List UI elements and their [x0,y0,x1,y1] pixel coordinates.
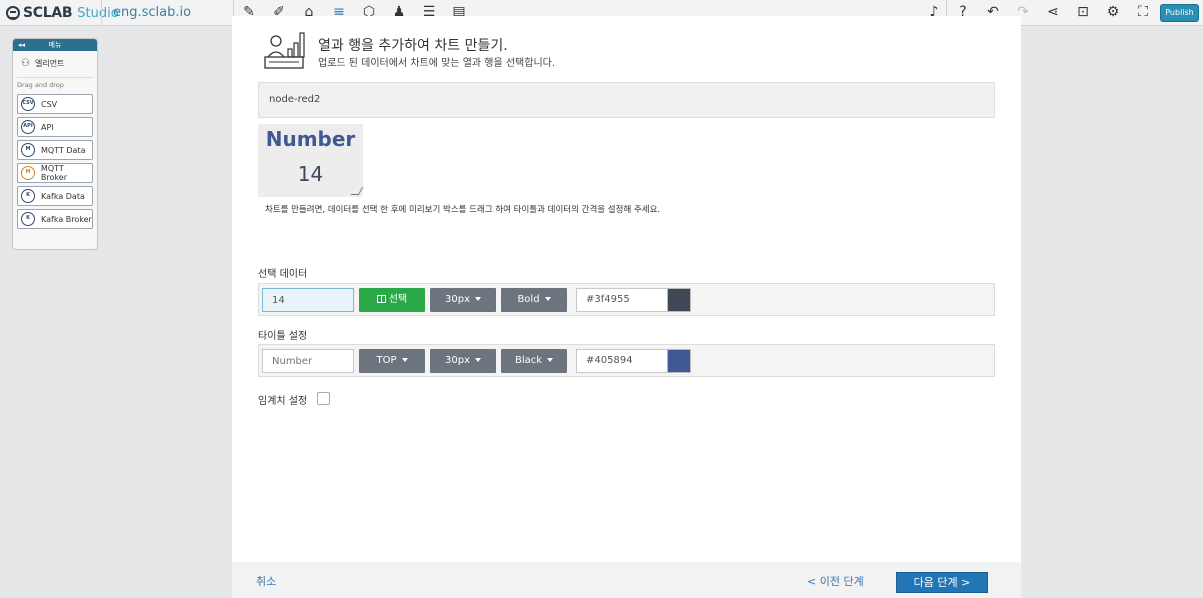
data-font-size-dropdown[interactable]: 30px [430,288,496,312]
kafka-icon: K [21,189,35,203]
caret-down-icon [544,297,551,301]
data-settings-row: 선택 30px Bold #3f4955 [258,283,995,316]
title-text-input[interactable] [262,349,354,373]
title-position-dropdown[interactable]: TOP [359,349,425,373]
mqtt-broker-icon: M [21,166,35,180]
previous-step-button[interactable]: < 이전 단계 [807,573,864,589]
title-color-swatch[interactable] [667,349,691,373]
preview-title: Number [265,127,356,151]
select-data-button[interactable]: 선택 [359,288,425,312]
node-label: MQTT Data [41,145,86,155]
title-position-value: TOP [376,355,397,366]
element-palette: ◂◂ 메뉴 ⚇ 엘리먼트 Drag and drop CSV CSV API A… [12,38,98,250]
preview-hint: 차트를 만들려면, 데이터를 선택 한 후에 미리보기 박스를 드래그 하여 타… [265,205,661,215]
data-color-swatch[interactable] [667,288,691,312]
title-font-weight-value: Black [514,355,543,366]
fullscreen-icon[interactable]: ⛶ [1135,4,1151,20]
caret-down-icon [475,297,481,301]
collapse-icon[interactable]: ◂◂ [18,39,40,51]
threshold-label: 임계치 설정 [258,396,308,407]
title-font-size-dropdown[interactable]: 30px [430,349,496,373]
palette-title: 메뉴 [48,41,62,49]
palette-header: ◂◂ 메뉴 [13,39,97,51]
data-font-weight-dropdown[interactable]: Bold [501,288,567,312]
node-label: Kafka Data [41,191,85,201]
node-mqtt-data[interactable]: M MQTT Data [17,140,93,160]
title-section-label: 타이틀 설정 [258,331,308,342]
chart-preview-box[interactable]: Number 14 [258,124,364,197]
caret-down-icon [475,358,481,362]
gear-icon[interactable]: ⚙ [1105,4,1121,20]
mqtt-icon: M [21,143,35,157]
node-label: CSV [41,99,58,109]
modal-footer: 취소 < 이전 단계 다음 단계 > [232,562,1021,598]
select-label: 선택 [388,294,408,305]
node-label: Kafka Broker [41,214,92,224]
title-font-weight-dropdown[interactable]: Black [501,349,567,373]
node-api[interactable]: API API [17,117,93,137]
data-color-input[interactable]: #3f4955 [576,288,668,312]
element-label: 엘리먼트 [34,59,65,68]
modal-title: 열과 행을 추가하여 차트 만들기. [318,38,508,54]
unlock-icon[interactable]: ⊡ [1075,4,1091,20]
drag-drop-label: Drag and drop [17,81,64,89]
share-icon[interactable]: ⋖ [1045,4,1061,20]
logo-brand: SCLAB [23,5,73,21]
preview-value: 14 [297,162,324,186]
caret-down-icon [547,358,554,362]
threshold-checkbox[interactable] [317,392,330,405]
node-mqtt-broker[interactable]: M MQTT Broker [17,163,93,183]
csv-icon: CSV [21,97,35,111]
chart-worker-icon [264,32,305,69]
table-icon [376,295,386,303]
data-value-input[interactable] [262,288,354,312]
element-item[interactable]: ⚇ 엘리먼트 [13,51,97,71]
kafka-broker-icon: K [21,212,35,226]
data-section-label: 선택 데이터 [258,269,308,280]
node-label: MQTT Broker [40,164,67,182]
element-icon: ⚇ [21,58,30,69]
title-font-size-value: 30px [445,355,470,366]
node-name-field: node-red2 [258,82,995,118]
modal-subtitle: 업로드 된 데이터에서 차트에 맞는 열과 행을 선택합니다. [318,58,556,69]
node-label: API [41,122,54,132]
cancel-button[interactable]: 취소 [256,573,276,589]
node-kafka-broker[interactable]: K Kafka Broker [17,209,93,229]
caret-down-icon [401,358,408,362]
resize-handle-icon[interactable] [350,187,364,195]
node-kafka-data[interactable]: K Kafka Data [17,186,93,206]
node-csv[interactable]: CSV CSV [17,94,93,114]
next-step-button[interactable]: 다음 단계 > [896,572,988,593]
divider [101,0,102,26]
domain-label: eng.sclab.io [113,5,192,20]
sclab-logo-icon [6,6,20,20]
title-color-input[interactable]: #405894 [576,349,668,373]
data-font-weight-value: Bold [517,294,540,305]
publish-button[interactable]: Publish [1160,4,1199,22]
chart-builder-modal: 열과 행을 추가하여 차트 만들기. 업로드 된 데이터에서 차트에 맞는 열과… [232,16,1021,598]
data-font-size-value: 30px [445,294,470,305]
title-settings-row: TOP 30px Black #405894 [258,344,995,377]
api-icon: API [21,120,35,134]
